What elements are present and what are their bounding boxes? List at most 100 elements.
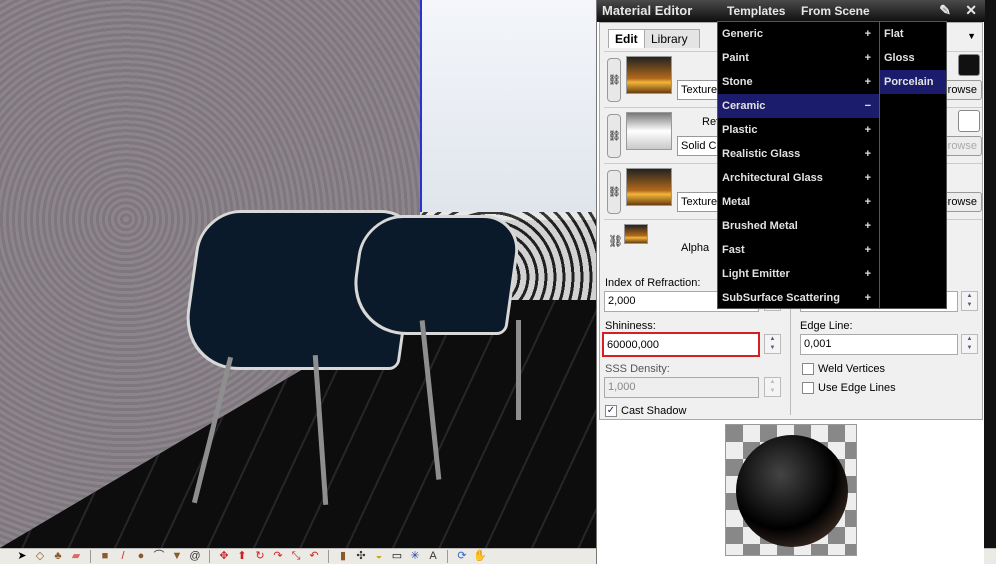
component-icon[interactable]: ◇: [32, 550, 48, 563]
expand-icon[interactable]: +: [865, 262, 871, 286]
alpha-thumbnail[interactable]: [624, 224, 648, 244]
weld-vertices-label: Weld Vertices: [818, 363, 886, 375]
menu-item-plastic[interactable]: Plastic +: [718, 118, 879, 142]
circle-icon[interactable]: ●: [133, 550, 149, 563]
tape-measure-icon[interactable]: ▮: [335, 550, 351, 563]
expand-icon[interactable]: +: [865, 214, 871, 238]
menu-item-porcelain[interactable]: Porcelain: [880, 70, 946, 94]
arc-icon[interactable]: ⌒: [151, 550, 167, 563]
templates-dropdown: Generic + Paint + Stone + Ceramic − Plastic + Real…: [717, 21, 880, 309]
expand-icon[interactable]: +: [865, 166, 871, 190]
expand-icon[interactable]: +: [865, 142, 871, 166]
hidden-spinner[interactable]: ▲ ▼: [961, 291, 978, 311]
sss-density-input[interactable]: 1,000: [604, 377, 759, 398]
menu-item-label: Architectural Glass: [722, 172, 823, 184]
edge-line-input[interactable]: 0,001: [800, 334, 958, 355]
expand-icon[interactable]: +: [865, 70, 871, 94]
close-icon[interactable]: ✕: [965, 2, 977, 19]
expand-icon[interactable]: +: [865, 286, 871, 310]
menu-item-label: Gloss: [884, 52, 915, 64]
ior-label: Index of Refraction:: [605, 277, 701, 289]
eraser-icon[interactable]: ▰: [68, 550, 84, 563]
use-edge-lines-checkbox[interactable]: [802, 382, 814, 394]
expand-icon[interactable]: +: [865, 118, 871, 142]
expand-icon[interactable]: +: [865, 22, 871, 46]
menu-item-paint[interactable]: Paint +: [718, 46, 879, 70]
menu-item-ceramic[interactable]: Ceramic −: [718, 94, 879, 118]
3d-viewport[interactable]: [0, 0, 596, 548]
link-icon[interactable]: ⛓: [607, 58, 621, 102]
preview-sphere: [736, 435, 848, 547]
expand-icon[interactable]: +: [865, 190, 871, 214]
protractor-icon[interactable]: ◒: [371, 550, 387, 563]
options-dropdown-icon[interactable]: ▼: [967, 31, 976, 41]
menu-item-gloss[interactable]: Gloss: [880, 46, 946, 70]
alpha-label: Alpha: [681, 242, 710, 254]
menu-item-flat[interactable]: Flat: [880, 22, 946, 46]
menu-item-label: Paint: [722, 52, 749, 64]
polygon-icon[interactable]: ▼: [169, 550, 185, 563]
collapse-icon[interactable]: −: [865, 94, 871, 118]
menu-item-metal[interactable]: Metal +: [718, 190, 879, 214]
edge-line-spinner[interactable]: ▲ ▼: [961, 334, 978, 354]
edge-line-label: Edge Line:: [800, 320, 853, 332]
menu-item-subsurface-scattering[interactable]: SubSurface Scattering +: [718, 286, 879, 310]
eyedropper-icon[interactable]: ✎: [939, 2, 951, 19]
axes-icon[interactable]: ✳: [407, 550, 423, 563]
menu-item-label: SubSurface Scattering: [722, 292, 840, 304]
offset-icon[interactable]: ↶: [306, 550, 322, 563]
weld-vertices-checkbox[interactable]: [802, 363, 814, 375]
text-icon[interactable]: ▭: [389, 550, 405, 563]
rotate-icon[interactable]: ↻: [252, 550, 268, 563]
menu-item-light-emitter[interactable]: Light Emitter +: [718, 262, 879, 286]
chair-leg: [516, 320, 521, 420]
menu-item-label: Ceramic: [722, 100, 766, 112]
shininess-input[interactable]: 60000,000: [602, 332, 760, 357]
paint-bucket-thumbnail[interactable]: [626, 112, 672, 150]
3d-text-icon[interactable]: A: [425, 550, 441, 563]
expand-icon[interactable]: +: [865, 238, 871, 262]
title-bar: Material Editor Templates From Scene ✎ ✕: [597, 0, 985, 22]
chair[interactable]: [346, 215, 524, 335]
move-icon[interactable]: ✥: [216, 550, 232, 563]
pencil-icon[interactable]: /: [115, 550, 131, 563]
menu-item-generic[interactable]: Generic +: [718, 22, 879, 46]
menu-item-fast[interactable]: Fast +: [718, 238, 879, 262]
color-swatch[interactable]: [958, 110, 980, 132]
rectangle-icon[interactable]: ■: [97, 550, 113, 563]
cast-shadow-checkbox[interactable]: ✓: [605, 405, 617, 417]
color-swatch[interactable]: [958, 54, 980, 76]
link-icon[interactable]: ⛓: [607, 114, 621, 158]
menu-item-brushed-metal[interactable]: Brushed Metal +: [718, 214, 879, 238]
freehand-icon[interactable]: @: [187, 550, 203, 563]
tab-library[interactable]: Library: [644, 29, 700, 48]
sss-density-label: SSS Density:: [605, 363, 670, 375]
paint-bucket-icon[interactable]: ♣: [50, 550, 66, 563]
link-icon[interactable]: ⛓: [608, 234, 623, 248]
follow-me-icon[interactable]: ↷: [270, 550, 286, 563]
shininess-label: Shininess:: [605, 320, 656, 332]
templates-menu[interactable]: Templates: [727, 4, 785, 18]
orbit-icon[interactable]: ⟳: [454, 550, 470, 563]
from-scene-menu[interactable]: From Scene: [801, 4, 870, 18]
menu-item-stone[interactable]: Stone +: [718, 70, 879, 94]
menu-item-architectural-glass[interactable]: Architectural Glass +: [718, 166, 879, 190]
scale-icon[interactable]: ⤡: [288, 550, 304, 563]
pan-icon[interactable]: ✋: [472, 550, 488, 563]
menu-item-label: Fast: [722, 244, 745, 256]
expand-icon[interactable]: +: [865, 46, 871, 70]
use-edge-lines-label: Use Edge Lines: [818, 382, 896, 394]
menu-item-realistic-glass[interactable]: Realistic Glass +: [718, 142, 879, 166]
select-tool-icon[interactable]: ➤: [14, 550, 30, 563]
texture-thumbnail[interactable]: [626, 56, 672, 94]
cast-shadow-label: Cast Shadow: [621, 405, 687, 417]
menu-item-label: Stone: [722, 76, 753, 88]
menu-item-label: Metal: [722, 196, 751, 208]
shininess-spinner[interactable]: ▲ ▼: [764, 334, 781, 354]
texture-thumbnail[interactable]: [626, 168, 672, 206]
dimension-icon[interactable]: ✣: [353, 550, 369, 563]
link-icon[interactable]: ⛓: [607, 170, 621, 214]
sss-density-spinner[interactable]: ▲ ▼: [764, 377, 781, 397]
tab-edit[interactable]: Edit: [608, 29, 645, 48]
push-pull-icon[interactable]: ⬆: [234, 550, 250, 563]
